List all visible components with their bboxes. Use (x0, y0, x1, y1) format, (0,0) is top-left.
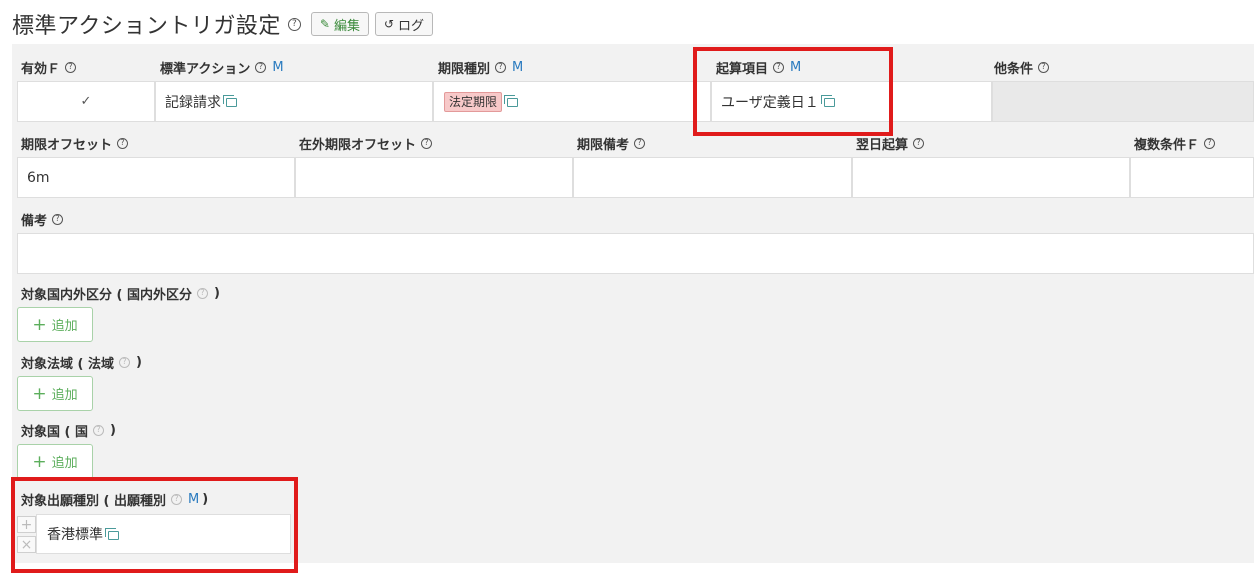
edit-icon: ✎ (319, 17, 330, 31)
help-icon[interactable]: ? (93, 424, 104, 436)
section-jurisdiction-label: 対象法域 ( 法域 (21, 356, 114, 372)
settings-panel: 有効Ｆ ? 標準アクション ? M 期限種別 ? M 起算項目 ? M 他条件 … (12, 44, 1254, 563)
edit-button-label: 編集 (333, 18, 360, 34)
plus-icon: + (32, 451, 47, 472)
help-icon[interactable]: ? (119, 356, 130, 368)
check-icon: ✓ (80, 94, 92, 109)
foreign-deadline-offset-cell (295, 157, 573, 198)
page-title: 標準アクショントリガ設定 (12, 14, 281, 39)
deadline-offset-value: 6m (27, 169, 50, 186)
section-domestic-foreign: 対象国内外区分 ( 国内外区分 ? ) (21, 283, 220, 303)
section-domestic-foreign-label: 対象国内外区分 ( 国内外区分 (21, 287, 192, 303)
help-icon[interactable]: ? (773, 61, 785, 73)
add-label: 追加 (51, 456, 78, 471)
deadline-type-tag[interactable]: 法定期限 (444, 91, 503, 112)
section-application-type: 対象出願種別 ( 出願種別 ? M ) (21, 489, 208, 509)
next-day-start-cell (852, 157, 1130, 198)
header-foreign-deadline-offset-label: 在外期限オフセット (299, 137, 417, 153)
copy-icon[interactable] (820, 95, 835, 107)
help-icon[interactable]: ? (1038, 61, 1050, 73)
section-jurisdiction: 対象法域 ( 法域 ? ) (21, 352, 142, 372)
header-deadline-note-label: 期限備考 (577, 137, 630, 153)
start-item-value[interactable]: ユーザ定義日１ (721, 92, 819, 112)
header-next-day-start: 翌日起算 ? (856, 133, 925, 153)
header-next-day-start-label: 翌日起算 (856, 137, 909, 153)
header-start-item-label: 起算項目 (716, 61, 769, 77)
section-application-type-label: 対象出願種別 ( 出願種別 (21, 493, 166, 509)
header-standard-action: 標準アクション ? M (160, 57, 284, 77)
remove-row-button[interactable]: × (17, 536, 36, 553)
start-item-cell: ユーザ定義日１ (711, 81, 992, 122)
header-start-item: 起算項目 ? M (716, 57, 801, 77)
m-marker: M (188, 491, 200, 507)
add-jurisdiction-button[interactable]: + 追加 (17, 376, 93, 411)
other-conditions-cell (992, 81, 1254, 122)
help-icon[interactable]: ? (421, 137, 433, 149)
copy-icon[interactable] (223, 95, 237, 107)
add-row-button[interactable]: + (17, 516, 36, 533)
copy-icon[interactable] (504, 95, 519, 107)
header-other-conditions: 他条件 ? (994, 57, 1050, 77)
plus-icon: + (32, 383, 47, 404)
application-type-value[interactable]: 香港標準 (47, 524, 103, 544)
header-deadline-type: 期限種別 ? M (438, 57, 523, 77)
header-deadline-offset: 期限オフセット ? (21, 133, 129, 153)
enabled-cell: ✓ (17, 81, 155, 122)
add-label: 追加 (51, 319, 78, 334)
help-icon[interactable]: ? (117, 137, 129, 149)
log-button-label: ログ (398, 18, 425, 34)
header-enabled: 有効Ｆ ? (21, 57, 77, 77)
help-icon[interactable]: ? (197, 287, 208, 299)
help-icon[interactable]: ? (171, 493, 182, 505)
header-standard-action-label: 標準アクション (160, 61, 251, 77)
help-icon[interactable]: ? (255, 61, 267, 73)
section-close-paren: ) (110, 422, 116, 438)
m-marker: M (512, 59, 524, 75)
section-country: 対象国 ( 国 ? ) (21, 420, 116, 440)
deadline-offset-cell: 6m (17, 157, 295, 198)
help-icon[interactable]: ? (495, 61, 507, 73)
help-icon[interactable]: ? (287, 17, 301, 31)
section-close-paren: ) (136, 354, 142, 370)
header-foreign-deadline-offset: 在外期限オフセット ? (299, 133, 433, 153)
help-icon[interactable]: ? (1204, 137, 1216, 149)
deadline-type-cell: 法定期限 (433, 81, 711, 122)
section-country-label: 対象国 ( 国 (21, 424, 88, 440)
standard-action-cell: 記録請求 (155, 81, 433, 122)
m-marker: M (272, 59, 284, 75)
header-enabled-label: 有効Ｆ (21, 61, 61, 77)
copy-icon[interactable] (105, 527, 119, 540)
header-deadline-offset-label: 期限オフセット (21, 137, 113, 153)
header-multiple-conditions: 複数条件Ｆ ? (1134, 133, 1216, 153)
standard-action-value[interactable]: 記録請求 (165, 92, 221, 112)
header-remarks-label: 備考 (21, 213, 48, 229)
application-type-item: 香港標準 (36, 514, 291, 554)
section-close-paren: ) (202, 491, 209, 507)
help-icon[interactable]: ? (52, 213, 64, 225)
add-label: 追加 (51, 388, 78, 403)
edit-button[interactable]: ✎ 編集 (310, 12, 369, 36)
remarks-cell (17, 233, 1254, 274)
section-close-paren: ) (214, 285, 220, 301)
help-icon[interactable]: ? (65, 61, 77, 73)
history-icon: ↺ (383, 17, 395, 31)
header-remarks: 備考 ? (21, 209, 64, 229)
multiple-conditions-cell (1130, 157, 1254, 198)
header-multiple-conditions-label: 複数条件Ｆ (1134, 137, 1200, 153)
log-button[interactable]: ↺ ログ (374, 12, 434, 36)
header-deadline-note: 期限備考 ? (577, 133, 646, 153)
m-marker: M (790, 59, 802, 75)
plus-icon: + (32, 314, 47, 335)
add-country-button[interactable]: + 追加 (17, 444, 93, 479)
help-icon[interactable]: ? (913, 137, 925, 149)
header-other-conditions-label: 他条件 (994, 61, 1034, 77)
deadline-note-cell (573, 157, 852, 198)
title-bar: 標準アクショントリガ設定 ? ✎ 編集 ↺ ログ (12, 8, 434, 40)
add-domestic-foreign-button[interactable]: + 追加 (17, 307, 93, 342)
header-deadline-type-label: 期限種別 (438, 61, 491, 77)
help-icon[interactable]: ? (634, 137, 646, 149)
